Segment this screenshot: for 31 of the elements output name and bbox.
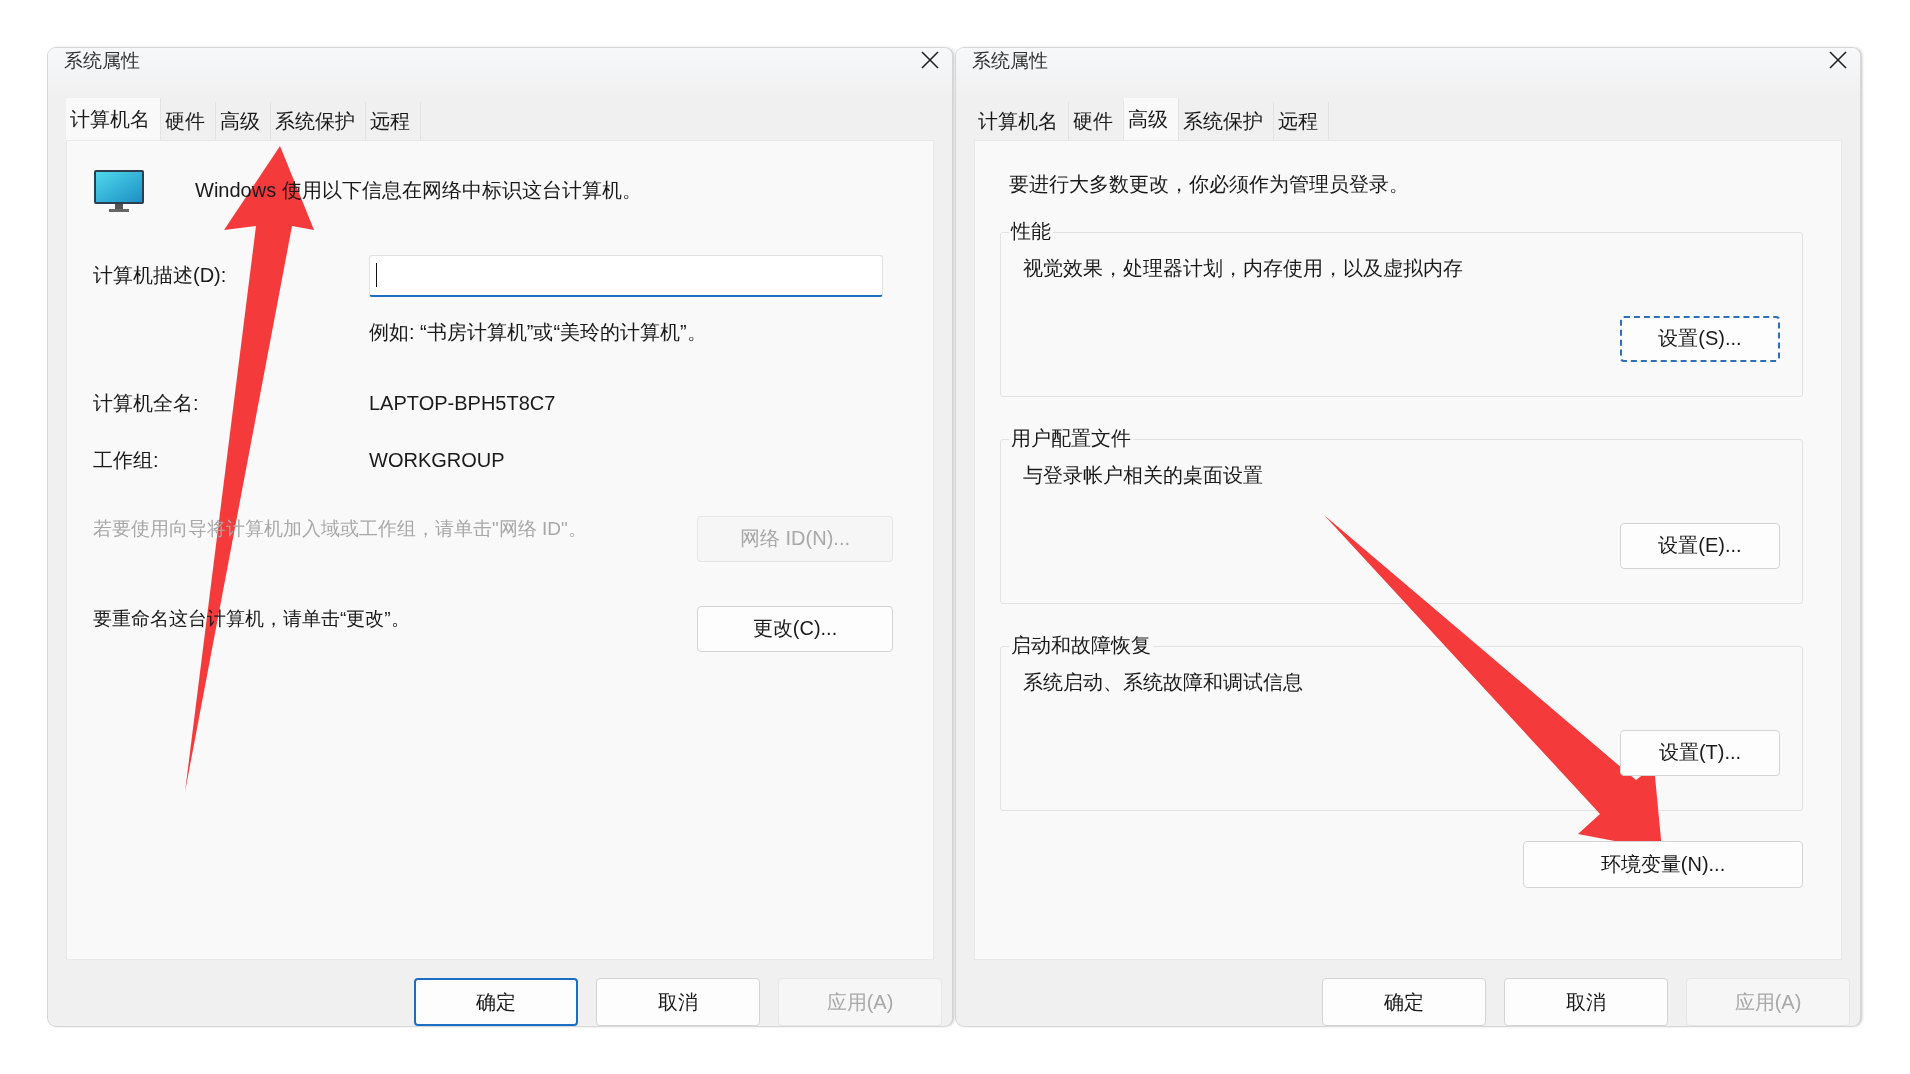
info-value: LAPTOP-BPH5T8C7 bbox=[369, 391, 557, 415]
dialog-button[interactable]: 取消 bbox=[596, 978, 760, 1026]
admin-note: 要进行大多数更改，你必须作为管理员登录。 bbox=[1008, 171, 1410, 197]
dialog-button[interactable]: 取消 bbox=[1504, 978, 1668, 1026]
description-field[interactable] bbox=[369, 254, 883, 297]
group-description: 与登录帐户相关的桌面设置 bbox=[1023, 462, 1264, 488]
close-icon[interactable] bbox=[920, 50, 940, 70]
window-title: 系统属性 bbox=[64, 49, 140, 73]
group-title: 用户配置文件 bbox=[1009, 425, 1133, 450]
group-description: 系统启动、系统故障和调试信息 bbox=[1023, 669, 1304, 695]
settings-button[interactable]: 设置(S)... bbox=[1620, 315, 1780, 362]
hint-text: 例如: “书房计算机”或“美玲的计算机”。 bbox=[369, 319, 708, 345]
info-label: 计算机全名: bbox=[93, 390, 200, 416]
settings-button[interactable]: 设置(E)... bbox=[1620, 522, 1780, 569]
dialog-button[interactable]: 确定 bbox=[1322, 978, 1486, 1026]
tab[interactable]: 高级 bbox=[1124, 97, 1179, 140]
group-title: 启动和故障恢复 bbox=[1009, 632, 1153, 657]
tab[interactable]: 计算机名 bbox=[66, 97, 161, 140]
close-icon[interactable] bbox=[1828, 50, 1848, 70]
monitor-icon bbox=[93, 168, 145, 213]
dialog-button[interactable]: 更改(C)... bbox=[697, 605, 893, 652]
environment-variables-button[interactable]: 环境变量(N)... bbox=[1523, 840, 1803, 888]
info-label: 工作组: bbox=[93, 447, 160, 473]
window-title: 系统属性 bbox=[972, 49, 1048, 73]
settings-button[interactable]: 设置(T)... bbox=[1620, 729, 1780, 776]
group-description: 视觉效果，处理器计划，内存使用，以及虚拟内存 bbox=[1023, 255, 1464, 281]
text-cursor bbox=[376, 263, 377, 288]
dialog-button[interactable]: 确定 bbox=[414, 978, 578, 1026]
group-title: 性能 bbox=[1009, 218, 1053, 243]
field-label: 计算机描述(D): bbox=[93, 263, 228, 289]
info-value: WORKGROUP bbox=[369, 448, 506, 472]
